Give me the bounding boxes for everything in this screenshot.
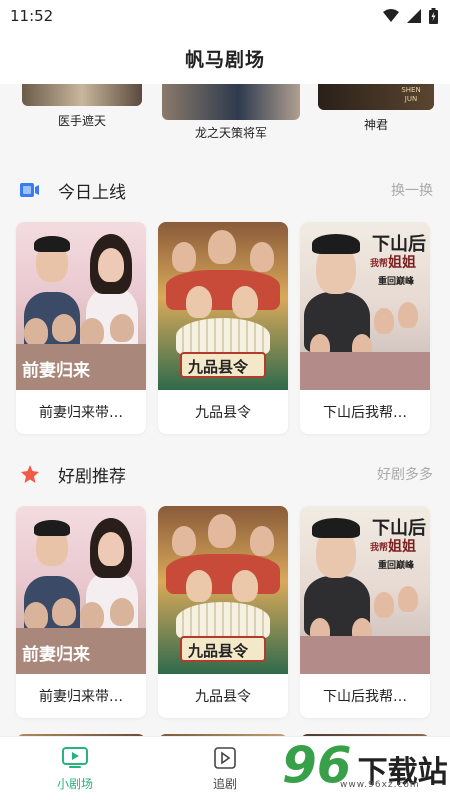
page-title: 帆马剧场 [184,48,265,71]
drama-card[interactable]: 九品县令 九品县令 [158,222,288,434]
wifi-icon [383,9,399,22]
watermark-url: www.96xz.com [340,780,420,790]
drama-title: 九品县令 [195,405,251,421]
play-icon [214,747,236,769]
poster-text: 重回巅峰 [378,561,415,571]
status-bar: 11:52 [0,0,450,32]
poster-text: SHEN JUN [401,86,421,103]
drama-title: 神君 [363,118,388,132]
drama-title: 医手遮天 [57,114,106,128]
play-screen-icon [62,747,88,768]
section-header-recommend: 好剧推荐 好剧多多 [0,454,450,494]
signal-icon [407,9,421,23]
drama-poster: 九品县令 [158,506,288,674]
poster-text: 九品县令 [188,642,249,660]
poster-text: 姐姐 [388,539,416,555]
drama-title: 九品县令 [195,689,251,705]
video-icon [20,183,39,197]
drama-poster: 下山后 我帮 姐姐 重回巅峰 [300,506,430,674]
drama-card[interactable]: 医手遮天 [22,84,142,129]
drama-card[interactable]: 龙之天策将军 [162,84,300,141]
drama-title: 下山后我帮… [323,689,407,705]
poster-text: 前妻归来 [22,361,90,381]
sparkle-icon [21,465,39,483]
top-strip: 医手遮天 龙之天策将军 SHEN JUN 神君 [0,84,450,150]
nav-item-theater[interactable]: 小剧场 [0,737,150,800]
card-row: 前妻归来 前妻归来带… 九品县令 九品县令 下山后 我帮 姐姐 重回巅峰 下山后… [0,506,450,718]
poster-text: 我帮 [370,259,389,269]
card-row: 前妻归来 前妻归来带… 九品县令 九品县令 下山后 我帮 姐姐 重回巅峰 下山后… [0,222,450,434]
status-time: 11:52 [10,7,54,25]
refresh-link[interactable]: 换一换 [391,180,433,200]
drama-poster: 九品县令 [158,222,288,390]
poster-text: 我帮 [370,543,389,553]
status-icons [383,8,438,24]
drama-card[interactable]: 前妻归来 前妻归来带… [16,222,146,434]
drama-poster: 下山后 我帮 姐姐 重回巅峰 [300,222,430,390]
drama-title: 龙之天策将军 [194,126,267,140]
poster-text: 重回巅峰 [378,277,415,287]
drama-card[interactable]: 下山后 我帮 姐姐 重回巅峰 下山后我帮… [300,506,430,718]
poster-text: 前妻归来 [22,645,90,665]
app-header: 帆马剧场 [0,32,450,84]
drama-poster: 前妻归来 [16,222,146,390]
drama-card[interactable]: 下山后 我帮 姐姐 重回巅峰 下山后我帮… [300,222,430,434]
battery-icon [429,8,438,24]
drama-card[interactable]: SHEN JUN 神君 [318,84,434,133]
drama-poster: 前妻归来 [16,506,146,674]
poster-text: 姐姐 [388,255,416,271]
poster-text: 九品县令 [188,358,249,376]
drama-poster [162,84,300,120]
drama-card[interactable]: 前妻归来 前妻归来带… [16,506,146,718]
nav-label: 小剧场 [56,777,93,791]
section-title: 今日上线 [58,182,126,203]
main-content[interactable]: 医手遮天 龙之天策将军 SHEN JUN 神君 今日上线 换一换 前妻归来 前妻… [0,84,450,736]
section-header-today: 今日上线 换一换 [0,170,450,210]
nav-item-follow[interactable]: 追剧 [150,737,300,800]
drama-title: 下山后我帮… [323,405,407,421]
drama-title: 前妻归来带… [39,405,123,421]
drama-poster [22,84,142,106]
more-link[interactable]: 好剧多多 [377,464,433,484]
drama-poster: SHEN JUN [318,84,434,110]
drama-card[interactable]: 九品县令 九品县令 [158,506,288,718]
watermark-logo: 96 下载站 www.96xz.com [282,740,448,790]
section-title: 好剧推荐 [58,466,126,487]
drama-title: 前妻归来带… [39,689,123,705]
nav-label: 追剧 [212,777,237,791]
